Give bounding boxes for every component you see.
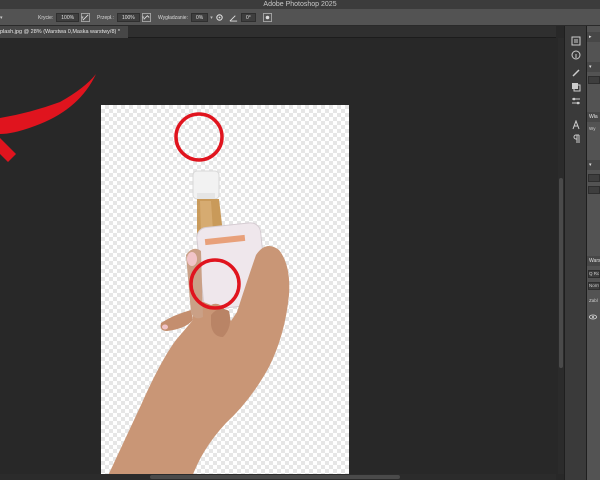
document-tab-bar: plash.jpg @ 28% (Warstwa 0,Maska warstwy…: [0, 26, 556, 38]
properties-sub-label: Wy: [589, 126, 596, 131]
adjustments-icon[interactable]: [571, 96, 581, 106]
angle-control[interactable]: 0°: [238, 9, 256, 26]
title-bar: Adobe Photoshop 2025: [0, 0, 600, 9]
highlight-circle-dropper: [174, 112, 224, 162]
history-icon[interactable]: [571, 36, 581, 46]
panel-icon-strip: [564, 26, 586, 480]
flow-field[interactable]: 100%: [116, 13, 140, 22]
eye-icon[interactable]: [589, 314, 597, 320]
gear-icon[interactable]: [215, 13, 224, 22]
vertical-scroll-thumb[interactable]: [559, 178, 563, 368]
red-arrow-head: [0, 138, 16, 162]
layers-search-label: Q Ro: [589, 271, 599, 276]
highlight-circle-finger-gap: [189, 258, 241, 310]
info-icon[interactable]: [571, 50, 581, 60]
character-icon[interactable]: [571, 120, 581, 130]
window-title: Adobe Photoshop 2025: [263, 1, 337, 8]
panel-header-collapsed[interactable]: ▾: [587, 160, 600, 170]
panel-field[interactable]: [588, 76, 600, 84]
red-arrow-stroke: [0, 74, 96, 134]
smoothing-control[interactable]: Wygładzanie: 0% ▾: [158, 9, 213, 26]
flow-control[interactable]: Przepł.: 100% ▾: [97, 9, 144, 26]
panel-header-top[interactable]: ▸: [587, 32, 600, 42]
color-icon[interactable]: [571, 82, 581, 92]
annotation-layer: [0, 74, 241, 310]
options-bar: ▾ Krycie: 100% ▾ Przepł.: 100% ▾ Wygładz…: [0, 9, 600, 26]
brush-settings-icon[interactable]: [571, 68, 581, 78]
angle-field[interactable]: 0°: [241, 13, 256, 22]
smoothing-label: Wygładzanie:: [158, 14, 188, 21]
flow-label: Przepł.:: [97, 14, 114, 21]
chevron-down-icon[interactable]: ▾: [210, 15, 213, 21]
smoothing-field[interactable]: 0%: [190, 13, 209, 22]
airbrush-icon[interactable]: [142, 13, 151, 22]
panel-swatch-field[interactable]: [588, 186, 600, 194]
opacity-label: Krycie:: [38, 14, 54, 21]
horizontal-scroll-thumb[interactable]: [150, 475, 400, 479]
properties-panel-header[interactable]: Wła: [587, 112, 600, 122]
angle-icon[interactable]: [229, 13, 238, 22]
layers-panel-header[interactable]: Warst: [587, 256, 600, 266]
opacity-field[interactable]: 100%: [56, 13, 80, 22]
opacity-control[interactable]: Krycie: 100% ▾: [38, 9, 84, 26]
horizontal-scrollbar[interactable]: [0, 474, 556, 480]
layers-lock-label: Zabl: [589, 298, 598, 303]
canvas-area[interactable]: [0, 38, 556, 480]
document-tab[interactable]: plash.jpg @ 28% (Warstwa 0,Maska warstwy…: [0, 26, 128, 38]
pressure-size-icon[interactable]: [263, 13, 272, 22]
mode-dropdown[interactable]: ▾: [0, 9, 3, 26]
panel-swatch-field[interactable]: [588, 174, 600, 182]
layers-blend-label: Norm: [589, 283, 599, 288]
docked-panels: ▸ ▾ Wła Wy ▾ Warst Q Ro Norm Zabl: [586, 26, 600, 480]
paragraph-icon[interactable]: [571, 134, 581, 144]
pressure-icon[interactable]: [81, 13, 90, 22]
panel-header-properties-collapsed[interactable]: ▾: [587, 62, 600, 72]
